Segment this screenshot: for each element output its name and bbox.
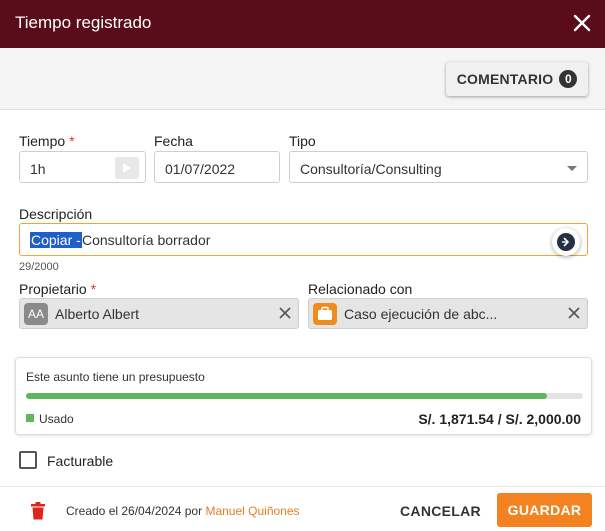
save-button[interactable]: GUARDAR: [497, 493, 592, 527]
tiempo-label-text: Tiempo: [19, 133, 66, 149]
dialog-toolbar: COMENTARIO 0: [0, 48, 605, 110]
relacionado-field[interactable]: Caso ejecución de abc...: [308, 298, 588, 329]
play-icon: [123, 163, 131, 173]
dialog-footer: Creado el 26/04/2024 por Manuel Quiñones…: [0, 486, 605, 531]
ai-assistant-icon[interactable]: [552, 228, 580, 256]
dialog-title: Tiempo registrado: [15, 13, 152, 32]
relacionado-value: Caso ejecución de abc...: [344, 306, 498, 322]
required-mark: *: [90, 281, 97, 297]
fecha-input[interactable]: 01/07/2022: [154, 151, 280, 183]
descripcion-label: Descripción: [19, 206, 93, 222]
facturable-label: Facturable: [47, 453, 114, 469]
created-info: Creado el 26/04/2024 por Manuel Quiñones: [66, 504, 300, 518]
budget-progress-track: [26, 393, 583, 399]
propietario-label-text: Propietario: [19, 281, 87, 297]
briefcase-icon: [313, 303, 337, 325]
comment-count-badge: 0: [559, 70, 578, 88]
tiempo-input[interactable]: 1h: [19, 151, 146, 183]
used-label: Usado: [39, 412, 74, 426]
tipo-select[interactable]: Consultoría/Consulting: [289, 151, 588, 183]
trash-icon[interactable]: [30, 502, 46, 525]
propietario-label: Propietario *: [19, 281, 96, 297]
relacionado-label: Relacionado con: [308, 281, 413, 297]
budget-title: Este asunto tiene un presupuesto: [26, 370, 205, 384]
clear-icon[interactable]: [567, 306, 581, 320]
chevron-down-icon: [567, 166, 577, 171]
selected-text: Copiar -: [30, 232, 82, 248]
play-timer-button[interactable]: [115, 157, 139, 179]
used-legend-swatch: [26, 414, 34, 422]
tiempo-value: 1h: [30, 161, 46, 177]
propietario-field[interactable]: AA Alberto Albert: [19, 298, 299, 329]
descripcion-text: Consultoría borrador: [82, 232, 211, 248]
tiempo-label: Tiempo *: [19, 133, 75, 149]
comment-button[interactable]: COMENTARIO 0: [446, 62, 588, 96]
created-by-link[interactable]: Manuel Quiñones: [205, 504, 299, 518]
avatar: AA: [24, 303, 48, 325]
cancel-button[interactable]: CANCELAR: [400, 503, 481, 519]
dialog-titlebar: Tiempo registrado: [0, 0, 605, 48]
clear-icon[interactable]: [278, 306, 292, 320]
created-prefix: Creado el 26/04/2024 por: [66, 504, 203, 518]
budget-amounts: S/. 1,871.54 / S/. 2,000.00: [418, 411, 581, 427]
budget-progress-fill: [26, 393, 548, 399]
propietario-value: Alberto Albert: [55, 306, 140, 322]
descripcion-input[interactable]: Copiar - Consultoría borrador: [19, 223, 588, 256]
ai-assistant-icon-bg: [557, 233, 575, 251]
tipo-value: Consultoría/Consulting: [300, 161, 442, 177]
fecha-value: 01/07/2022: [165, 161, 236, 177]
required-mark: *: [69, 133, 75, 149]
close-icon[interactable]: [569, 10, 595, 36]
fecha-label: Fecha: [154, 133, 193, 149]
char-counter: 29/2000: [19, 261, 59, 273]
budget-panel: Este asunto tiene un presupuesto Usado S…: [15, 357, 592, 435]
facturable-checkbox[interactable]: [19, 451, 37, 469]
tipo-label: Tipo: [289, 133, 316, 149]
comment-button-label: COMENTARIO: [456, 71, 554, 87]
